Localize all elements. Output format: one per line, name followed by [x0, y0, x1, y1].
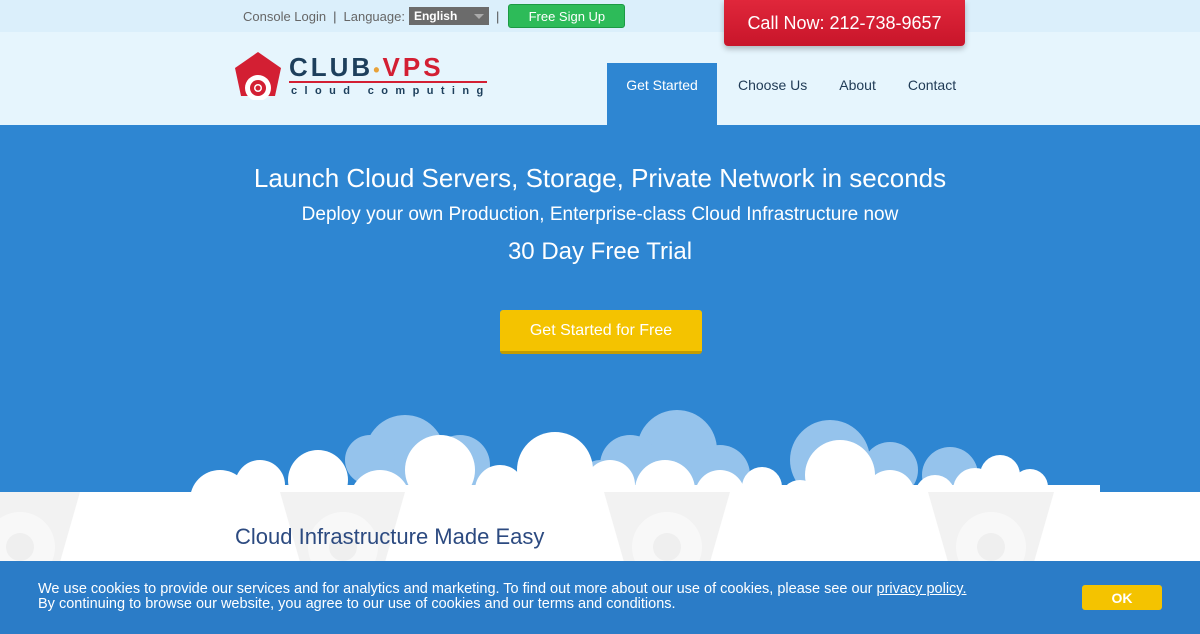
logo-brand-accent: VPS [382, 52, 444, 82]
logo-house-icon [235, 52, 281, 100]
clouds-decoration [191, 410, 1100, 492]
top-links: Console Login | Language: English | Free… [243, 4, 626, 28]
nav-item-contact[interactable]: Contact [892, 63, 972, 125]
logo-brand-main: CLUB [289, 52, 374, 82]
free-signup-button[interactable]: Free Sign Up [508, 4, 626, 28]
header [0, 32, 1200, 125]
nav-item-choose-us[interactable]: Choose Us [717, 63, 823, 125]
separator: | [495, 8, 500, 24]
language-selected-value: English [413, 9, 458, 23]
hero-section: Launch Cloud Servers, Storage, Private N… [0, 125, 1200, 492]
section-title: Cloud Infrastructure Made Easy [235, 524, 545, 549]
cookie-banner: We use cookies to provide our services a… [0, 561, 1200, 634]
nav-item-about[interactable]: About [823, 63, 892, 125]
logo-wordmark: CLUB•VPS [289, 52, 444, 83]
logo-underline [289, 81, 487, 83]
call-now-button[interactable]: Call Now: 212-738-9657 [724, 0, 965, 46]
main-nav: Get Started Choose Us About Contact [607, 63, 972, 125]
language-select[interactable]: English [408, 7, 489, 25]
console-login-link[interactable]: Console Login [243, 9, 326, 24]
logo-dot: • [373, 60, 383, 80]
cookie-ok-button[interactable]: OK [1082, 585, 1162, 610]
logo[interactable]: CLUB•VPS cloud computing [233, 50, 493, 102]
cookie-message: We use cookies to provide our services a… [38, 582, 967, 612]
chevron-down-icon [473, 13, 484, 19]
nav-item-get-started[interactable]: Get Started [607, 63, 717, 125]
cookie-line-2: By continuing to browse our website, you… [38, 596, 676, 612]
logo-tagline: cloud computing [291, 85, 491, 97]
cookie-line-1: We use cookies to provide our services a… [38, 581, 877, 597]
language-label: Language: [343, 8, 405, 24]
privacy-policy-link[interactable]: privacy policy. [877, 581, 967, 597]
separator: | [333, 8, 337, 24]
